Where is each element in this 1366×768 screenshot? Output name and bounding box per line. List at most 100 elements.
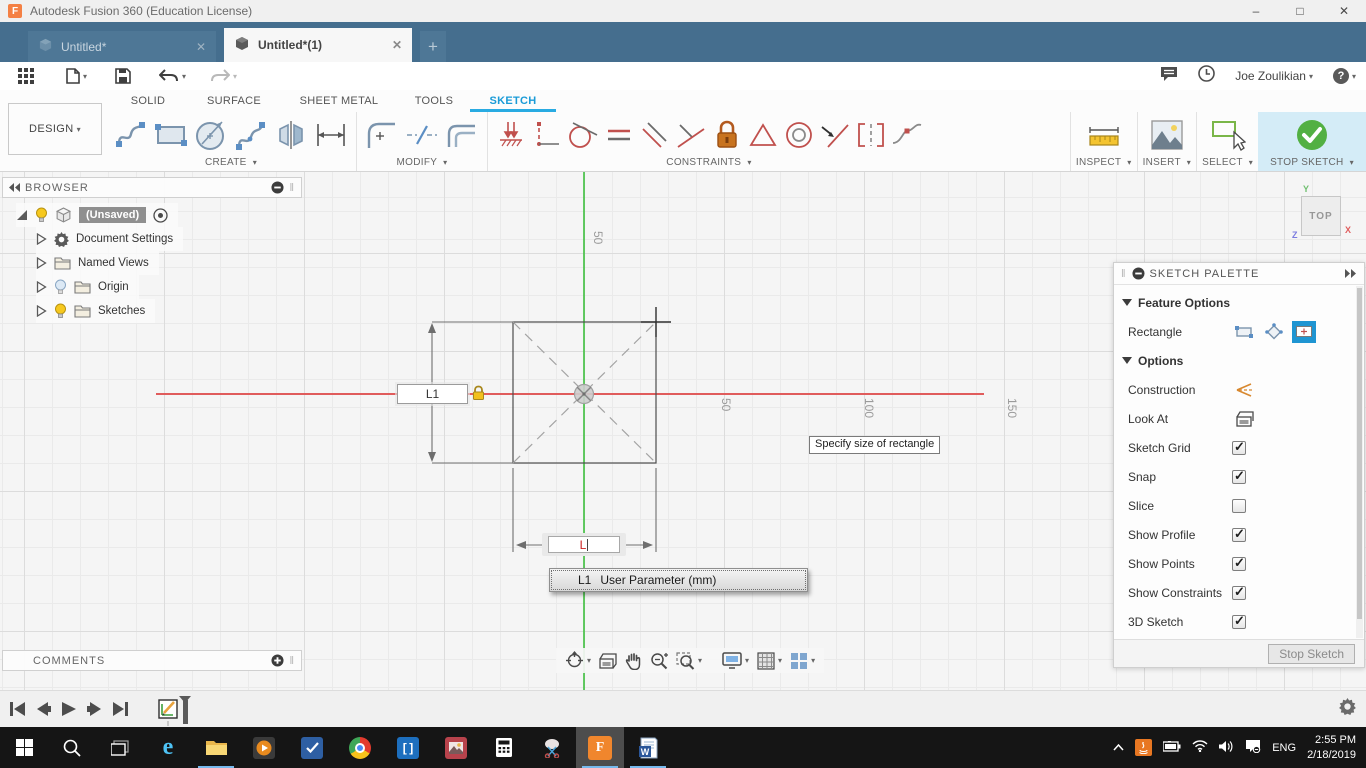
action-center-tray-icon[interactable] — [1245, 739, 1261, 756]
equal-constraint-icon[interactable] — [601, 116, 637, 154]
sketch-grid-checkbox[interactable] — [1232, 439, 1246, 455]
create-dropdown[interactable]: CREATE ▾ — [205, 157, 257, 171]
grid-menu-icon[interactable] — [18, 68, 34, 84]
panel-grip[interactable]: ‖ — [1121, 268, 1127, 280]
modify-dropdown[interactable]: MODIFY ▾ — [397, 157, 448, 171]
browser-item-document-settings[interactable]: Document Settings — [36, 227, 184, 251]
file-menu-icon[interactable]: ▾ — [66, 68, 87, 84]
spline-tool-icon[interactable] — [231, 116, 271, 154]
window-zoom-icon[interactable]: ▾ — [673, 651, 705, 670]
photo-app-icon[interactable] — [432, 727, 480, 768]
comments-panel-header[interactable]: COMMENTS ‖ — [2, 650, 302, 671]
circle-tool-icon[interactable] — [191, 116, 231, 154]
3d-sketch-checkbox[interactable] — [1232, 613, 1246, 629]
calculator-icon[interactable] — [480, 727, 528, 768]
finish-sketch-check-icon[interactable] — [1292, 116, 1332, 154]
sketch-canvas[interactable]: 50 50 100 150 L1 L Specify size of recta… — [0, 172, 1366, 690]
select-tool-icon[interactable] — [1208, 116, 1248, 154]
root-document-label[interactable]: (Unsaved) — [79, 207, 147, 223]
save-icon[interactable] — [115, 68, 131, 84]
view-cube[interactable]: TOP — [1301, 196, 1341, 236]
task-view-button[interactable] — [96, 727, 144, 768]
help-icon[interactable]: ? ▾ — [1332, 68, 1356, 84]
collapsed-arrow-icon[interactable] — [36, 281, 47, 293]
language-indicator[interactable]: ENG — [1272, 742, 1296, 754]
mirror-tool-icon[interactable] — [271, 116, 311, 154]
maximize-button[interactable]: □ — [1278, 0, 1322, 22]
step-back-icon[interactable] — [36, 702, 51, 716]
chrome-icon[interactable] — [336, 727, 384, 768]
constraints-dropdown[interactable]: CONSTRAINTS ▾ — [666, 157, 751, 171]
viewports-icon[interactable]: ▾ — [787, 652, 818, 670]
undo-icon[interactable]: ▾ — [159, 69, 186, 83]
curvature-constraint-icon[interactable] — [889, 116, 925, 154]
width-dimension-input[interactable]: L — [548, 536, 620, 553]
stop-sketch-dropdown[interactable]: STOP SKETCH ▾ — [1270, 157, 1354, 171]
close-button[interactable]: ✕ — [1322, 0, 1366, 22]
skip-to-end-icon[interactable] — [113, 702, 128, 716]
tab-solid[interactable]: SOLID — [108, 90, 188, 112]
insert-dropdown[interactable]: INSERT ▾ — [1143, 157, 1192, 171]
workspace-selector[interactable]: DESIGN ▾ — [8, 103, 102, 155]
concentric-constraint-icon[interactable] — [781, 116, 817, 154]
search-button[interactable] — [48, 727, 96, 768]
line-tool-icon[interactable] — [111, 116, 151, 154]
stop-sketch-group[interactable]: STOP SKETCH ▾ — [1258, 112, 1366, 171]
vertical-horizontal-constraint-icon[interactable] — [529, 116, 565, 154]
measure-tool-icon[interactable] — [1084, 116, 1124, 154]
expand-arrows-icon[interactable] — [1345, 269, 1357, 278]
offset-tool-icon[interactable] — [442, 116, 482, 154]
select-dropdown[interactable]: SELECT ▾ — [1202, 157, 1253, 171]
tab-sheet-metal[interactable]: SHEET METAL — [280, 90, 398, 112]
3-point-rectangle-icon[interactable] — [1262, 321, 1286, 343]
palette-scrollbar[interactable] — [1356, 286, 1363, 638]
perpendicular-constraint-icon[interactable] — [673, 116, 709, 154]
orbit-icon[interactable]: ▾ — [562, 651, 594, 670]
slice-checkbox[interactable] — [1232, 498, 1246, 513]
bulb-off-icon[interactable] — [54, 279, 67, 295]
grid-settings-icon[interactable]: ▾ — [754, 651, 785, 670]
collapsed-arrow-icon[interactable] — [36, 257, 47, 269]
file-explorer-icon[interactable] — [192, 727, 240, 768]
step-forward-icon[interactable] — [87, 702, 102, 716]
start-button[interactable] — [0, 727, 48, 768]
2-point-rectangle-icon[interactable] — [1232, 321, 1256, 343]
center-rectangle-icon[interactable] — [1292, 320, 1316, 343]
sketch-dimension-tool-icon[interactable] — [311, 116, 351, 154]
snipping-tool-icon[interactable] — [528, 727, 576, 768]
feature-options-section[interactable]: Feature Options — [1114, 288, 1364, 317]
trim-tool-icon[interactable] — [402, 116, 442, 154]
panel-grip[interactable]: ‖ — [289, 182, 295, 194]
tab-tools[interactable]: TOOLS — [398, 90, 470, 112]
show-points-checkbox[interactable] — [1232, 555, 1246, 571]
tab-close-icon[interactable]: ✕ — [196, 40, 206, 54]
remove-circle-icon[interactable] — [1132, 267, 1145, 280]
wifi-tray-icon[interactable] — [1192, 740, 1208, 755]
show-profile-checkbox[interactable] — [1232, 526, 1246, 542]
media-player-icon[interactable] — [240, 727, 288, 768]
snap-checkbox[interactable] — [1232, 468, 1246, 484]
timeline-settings-gear-icon[interactable] — [1339, 698, 1356, 720]
bulb-on-icon[interactable] — [35, 207, 48, 223]
display-settings-icon[interactable]: ▾ — [719, 652, 752, 669]
parameter-suggestion-item[interactable]: L1 User Parameter (mm) — [549, 568, 808, 592]
show-constraints-checkbox[interactable] — [1232, 584, 1246, 600]
fillet-tool-icon[interactable] — [362, 116, 402, 154]
add-comment-icon[interactable] — [271, 654, 284, 667]
stop-sketch-button[interactable]: Stop Sketch — [1268, 643, 1355, 664]
tray-clock[interactable]: 2:55 PM 2/18/2019 — [1307, 733, 1356, 763]
construction-icon[interactable] — [1232, 379, 1256, 401]
parallel-constraint-icon[interactable] — [637, 116, 673, 154]
recent-activity-clock-icon[interactable] — [1198, 65, 1216, 87]
zoom-icon[interactable] — [647, 652, 671, 670]
symmetry-constraint-icon[interactable] — [853, 116, 889, 154]
volume-tray-icon[interactable] — [1219, 740, 1234, 756]
remove-circle-icon[interactable] — [271, 181, 284, 194]
collinear-constraint-icon[interactable] — [817, 116, 853, 154]
browser-item-sketches[interactable]: Sketches — [36, 299, 156, 323]
bulb-on-icon[interactable] — [54, 303, 67, 319]
tab-sketch[interactable]: SKETCH — [470, 90, 556, 112]
todo-app-icon[interactable] — [288, 727, 336, 768]
activate-radio-icon[interactable] — [153, 207, 168, 223]
look-at-icon[interactable] — [596, 652, 620, 669]
